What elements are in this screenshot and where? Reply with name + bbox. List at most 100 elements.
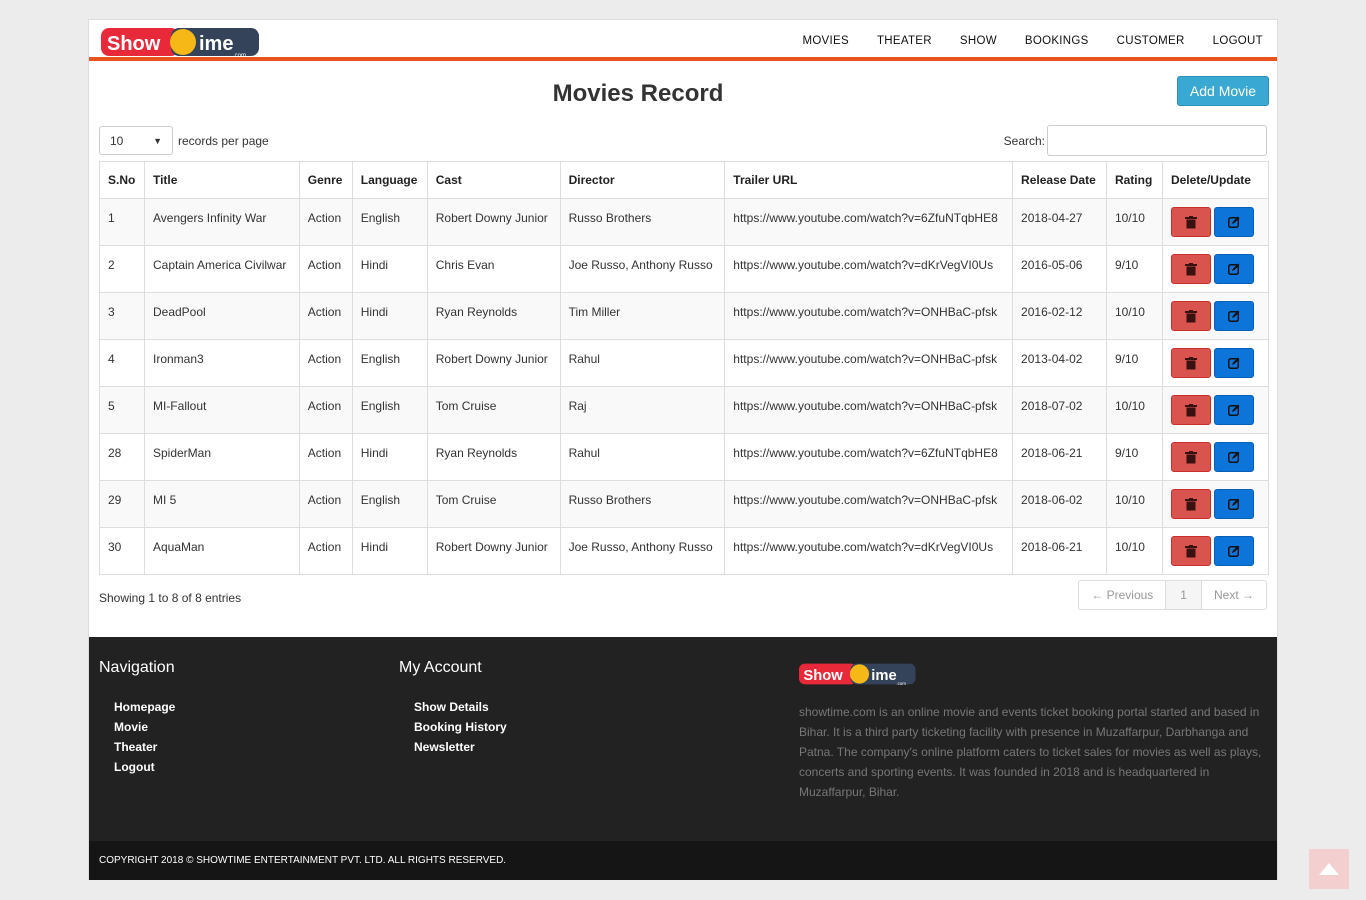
table-header-row: S.No Title Genre Language Cast Director …: [99, 161, 1270, 199]
pagination-next[interactable]: Next →: [1202, 581, 1266, 609]
cell-title: MI 5: [143, 480, 300, 528]
search-label: Search:: [1003, 133, 1045, 148]
cell-director: Joe Russo, Anthony Russo: [559, 527, 726, 575]
trash-icon: [1184, 263, 1197, 276]
edit-button[interactable]: [1213, 301, 1254, 331]
nav-bookings[interactable]: BOOKINGS: [1011, 35, 1103, 47]
footer-link-newsletter[interactable]: Newsletter: [414, 737, 507, 757]
cell-genre: Action: [298, 292, 353, 340]
cell-actions: [1161, 527, 1270, 575]
footer-link-logout[interactable]: Logout: [114, 757, 175, 777]
col-release-date[interactable]: Release Date: [1012, 161, 1107, 199]
footer-about: Show ime .com showtime.com is an online …: [799, 659, 1269, 802]
col-title[interactable]: Title: [143, 161, 300, 199]
delete-button[interactable]: [1170, 395, 1211, 425]
col-sno[interactable]: S.No: [99, 161, 145, 199]
pagination-previous[interactable]: ← Previous: [1079, 581, 1167, 609]
cell-cast: Robert Downy Junior: [426, 198, 561, 246]
logo-text-a: Show: [107, 33, 161, 55]
edit-icon: [1227, 310, 1240, 322]
cell-director: Rahul: [559, 339, 726, 387]
cell-rating: 10/10: [1105, 386, 1163, 434]
showtime-logo[interactable]: Show ime .com: [101, 25, 261, 59]
edit-icon: [1227, 498, 1240, 510]
trash-icon: [1184, 357, 1197, 370]
cell-genre: Action: [298, 433, 353, 481]
cell-trailer-url: https://www.youtube.com/watch?v=ONHBaC-p…: [724, 292, 1014, 340]
edit-icon: [1227, 404, 1240, 416]
cell-rating: 9/10: [1105, 433, 1163, 481]
table-row: 2 Captain America Civilwar Action Hindi Chri…: [99, 245, 1270, 293]
trash-icon: [1184, 451, 1197, 464]
footer-link-booking-history[interactable]: Booking History: [414, 717, 507, 737]
delete-button[interactable]: [1170, 536, 1211, 566]
footer-link-theater[interactable]: Theater: [114, 737, 175, 757]
footer-nav-title: Navigation: [99, 659, 175, 676]
edit-button[interactable]: [1213, 395, 1254, 425]
records-per-page-label: records per page: [178, 133, 269, 148]
footer-about-text: showtime.com is an online movie and even…: [799, 705, 1262, 799]
edit-button[interactable]: [1213, 207, 1254, 237]
cell-sno: 28: [99, 433, 145, 481]
nav-logout[interactable]: LOGOUT: [1199, 35, 1277, 47]
delete-button[interactable]: [1170, 254, 1211, 284]
col-cast[interactable]: Cast: [426, 161, 561, 199]
edit-button[interactable]: [1213, 254, 1254, 284]
add-movie-button[interactable]: Add Movie: [1177, 76, 1269, 106]
cell-title: DeadPool: [143, 292, 300, 340]
footer-navigation: Navigation Homepage Movie Theater Logout: [99, 659, 175, 777]
cell-release-date: 2018-04-27: [1012, 198, 1107, 246]
delete-button[interactable]: [1170, 207, 1211, 237]
edit-button[interactable]: [1213, 489, 1254, 519]
scroll-to-top-button[interactable]: [1309, 849, 1349, 889]
movies-table: S.No Title Genre Language Cast Director …: [99, 161, 1270, 575]
search-input[interactable]: [1047, 125, 1267, 156]
cell-director: Tim Miller: [559, 292, 726, 340]
footer-logo: Show ime .com: [799, 663, 916, 686]
col-language[interactable]: Language: [351, 161, 428, 199]
cell-cast: Chris Evan: [426, 245, 561, 293]
cell-title: AquaMan: [143, 527, 300, 575]
cell-rating: 10/10: [1105, 480, 1163, 528]
trash-icon: [1184, 404, 1197, 417]
col-genre[interactable]: Genre: [298, 161, 353, 199]
nav-theater[interactable]: THEATER: [863, 35, 946, 47]
delete-button[interactable]: [1170, 301, 1211, 331]
footer-link-show-details[interactable]: Show Details: [414, 697, 507, 717]
delete-button[interactable]: [1170, 489, 1211, 519]
cell-cast: Tom Cruise: [426, 386, 561, 434]
footer-link-movie[interactable]: Movie: [114, 717, 175, 737]
col-trailer-url[interactable]: Trailer URL: [724, 161, 1014, 199]
delete-button[interactable]: [1170, 442, 1211, 472]
cell-genre: Action: [298, 198, 353, 246]
nav-movies[interactable]: MOVIES: [788, 35, 863, 47]
col-director[interactable]: Director: [559, 161, 726, 199]
main-nav: MOVIES THEATER SHOW BOOKINGS CUSTOMER LO…: [788, 20, 1277, 61]
cell-rating: 9/10: [1105, 245, 1163, 293]
cell-release-date: 2016-05-06: [1012, 245, 1107, 293]
cell-trailer-url: https://www.youtube.com/watch?v=6ZfuNTqb…: [724, 433, 1014, 481]
edit-icon: [1227, 545, 1240, 557]
records-per-page-select[interactable]: 10 ▼: [99, 126, 173, 155]
logo-sub: .com: [233, 53, 246, 59]
cell-genre: Action: [298, 386, 353, 434]
cell-trailer-url: https://www.youtube.com/watch?v=dKrVegVI…: [724, 245, 1014, 293]
edit-button[interactable]: [1213, 442, 1254, 472]
cell-title: Avengers Infinity War: [143, 198, 300, 246]
nav-show[interactable]: SHOW: [946, 35, 1011, 47]
nav-customer[interactable]: CUSTOMER: [1103, 35, 1199, 47]
cell-genre: Action: [298, 245, 353, 293]
pagination-page-1[interactable]: 1: [1166, 581, 1202, 609]
edit-button[interactable]: [1213, 536, 1254, 566]
delete-button[interactable]: [1170, 348, 1211, 378]
cell-rating: 10/10: [1105, 198, 1163, 246]
cell-genre: Action: [298, 339, 353, 387]
cell-title: SpiderMan: [143, 433, 300, 481]
table-row: 28 SpiderMan Action Hindi Ryan Reynolds Rahul…: [99, 433, 1270, 481]
footer-link-homepage[interactable]: Homepage: [114, 697, 175, 717]
edit-button[interactable]: [1213, 348, 1254, 378]
cell-genre: Action: [298, 527, 353, 575]
col-rating[interactable]: Rating: [1105, 161, 1163, 199]
cell-language: Hindi: [351, 292, 428, 340]
cell-language: Hindi: [351, 527, 428, 575]
